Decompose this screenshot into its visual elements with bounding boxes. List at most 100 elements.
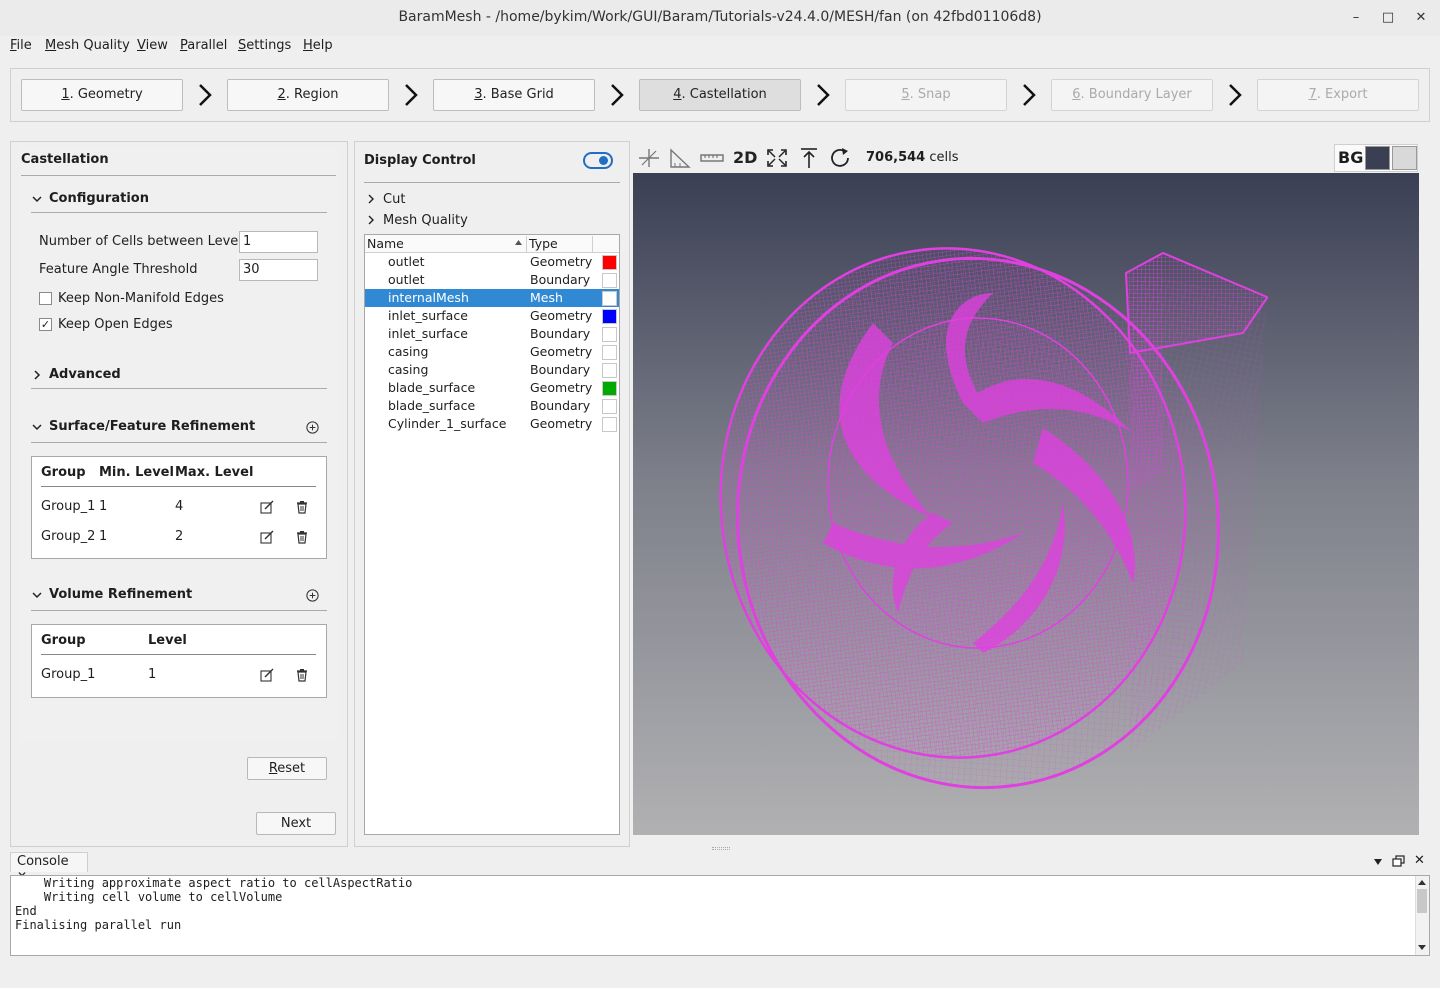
chevron-down-icon[interactable] bbox=[31, 589, 43, 601]
rotate-icon[interactable] bbox=[829, 147, 853, 169]
display-object-row[interactable]: outlet Boundary bbox=[365, 271, 619, 289]
menu-help[interactable]: Help bbox=[303, 38, 333, 53]
chevron-right-icon[interactable] bbox=[365, 193, 377, 205]
volume-refinement-section-title[interactable]: Volume Refinement bbox=[49, 587, 192, 602]
color-swatch[interactable] bbox=[602, 291, 617, 306]
close-icon[interactable]: ✕ bbox=[1411, 8, 1431, 28]
background-light-swatch[interactable] bbox=[1392, 146, 1417, 170]
add-circle-icon[interactable] bbox=[305, 420, 320, 435]
color-swatch[interactable] bbox=[602, 255, 617, 270]
float-window-icon[interactable] bbox=[1392, 855, 1406, 867]
color-swatch[interactable] bbox=[602, 273, 617, 288]
console-output: Writing approximate aspect ratio to cell… bbox=[10, 875, 1430, 956]
step-base-grid-button[interactable]: 3. Base Grid bbox=[433, 79, 595, 111]
menu-mesh-quality[interactable]: Mesh Quality bbox=[45, 38, 130, 53]
divider bbox=[31, 442, 327, 443]
step-geometry-button[interactable]: 1. Geometry bbox=[21, 79, 183, 111]
color-swatch[interactable] bbox=[602, 363, 617, 378]
menu-settings[interactable]: Settings bbox=[238, 38, 291, 53]
chevron-right-icon[interactable] bbox=[365, 214, 377, 226]
menu-view[interactable]: View bbox=[137, 38, 168, 53]
chevron-down-icon[interactable] bbox=[31, 421, 43, 433]
align-up-icon[interactable] bbox=[797, 147, 821, 169]
perspective-icon[interactable] bbox=[668, 147, 692, 169]
fit-view-icon[interactable] bbox=[765, 147, 789, 169]
chevron-down-icon[interactable] bbox=[31, 193, 43, 205]
object-type: Geometry bbox=[530, 308, 593, 323]
configuration-section-title[interactable]: Configuration bbox=[49, 191, 149, 206]
surface-refinement-section-title[interactable]: Surface/Feature Refinement bbox=[49, 419, 255, 434]
chevron-right-icon bbox=[611, 84, 624, 106]
trash-icon[interactable] bbox=[294, 667, 310, 683]
surface-row-max-level: 4 bbox=[175, 499, 184, 514]
next-button[interactable]: Next bbox=[256, 812, 336, 835]
display-object-row[interactable]: internalMesh Mesh bbox=[365, 289, 619, 307]
divider bbox=[592, 236, 593, 252]
edit-icon[interactable] bbox=[259, 499, 275, 515]
edit-icon[interactable] bbox=[259, 667, 275, 683]
splitter-handle[interactable] bbox=[712, 847, 730, 850]
ruler-icon[interactable] bbox=[700, 147, 724, 169]
trash-icon[interactable] bbox=[294, 499, 310, 515]
color-swatch[interactable] bbox=[602, 345, 617, 360]
minimize-icon[interactable]: – bbox=[1346, 8, 1366, 28]
maximize-icon[interactable]: □ bbox=[1378, 8, 1398, 28]
object-type: Geometry bbox=[530, 344, 593, 359]
cells-between-levels-input[interactable]: 1 bbox=[239, 231, 318, 253]
divider bbox=[364, 182, 620, 183]
edit-icon[interactable] bbox=[259, 529, 275, 545]
object-name: casing bbox=[388, 344, 429, 359]
color-swatch[interactable] bbox=[602, 327, 617, 342]
window-title: BaramMesh - /home/bykim/Work/GUI/Baram/T… bbox=[398, 9, 1042, 25]
add-circle-icon[interactable] bbox=[305, 588, 320, 603]
color-swatch[interactable] bbox=[602, 381, 617, 396]
object-name: inlet_surface bbox=[388, 308, 468, 323]
chevron-right-icon[interactable] bbox=[31, 369, 43, 381]
cell-count-value: 706,544 bbox=[866, 150, 926, 165]
toggle-switch-icon[interactable] bbox=[583, 152, 613, 169]
close-console-icon[interactable]: ✕ bbox=[1414, 853, 1425, 868]
scroll-down-icon[interactable] bbox=[1417, 944, 1427, 952]
feature-angle-input[interactable]: 30 bbox=[239, 259, 318, 281]
object-type: Boundary bbox=[530, 398, 591, 413]
mesh-quality-section-label[interactable]: Mesh Quality bbox=[383, 213, 468, 228]
cut-section-label[interactable]: Cut bbox=[383, 192, 405, 207]
display-object-row[interactable]: casing Boundary bbox=[365, 361, 619, 379]
column-header-type[interactable]: Type bbox=[529, 236, 558, 251]
reset-button[interactable]: Reset bbox=[247, 757, 327, 780]
scrollbar-thumb[interactable] bbox=[1417, 889, 1427, 913]
keep-open-edges-checkbox[interactable]: ✓ bbox=[39, 318, 52, 331]
trash-icon[interactable] bbox=[294, 529, 310, 545]
background-dark-swatch[interactable] bbox=[1365, 146, 1390, 170]
scroll-up-icon[interactable] bbox=[1417, 878, 1427, 886]
view-2d-button[interactable]: 2D bbox=[733, 148, 757, 167]
step-region-button[interactable]: 2. Region bbox=[227, 79, 389, 111]
background-label: BG bbox=[1338, 148, 1364, 167]
3d-viewport[interactable] bbox=[633, 173, 1419, 835]
display-object-row[interactable]: outlet Geometry bbox=[365, 253, 619, 271]
axes-icon[interactable] bbox=[637, 147, 661, 169]
console-tab[interactable]: Console ✕ bbox=[10, 852, 88, 883]
display-object-row[interactable]: blade_surface Geometry bbox=[365, 379, 619, 397]
step-export-button[interactable]: 7. Export bbox=[1257, 79, 1419, 111]
display-object-row[interactable]: blade_surface Boundary bbox=[365, 397, 619, 415]
chevron-right-icon bbox=[199, 84, 212, 106]
display-object-row[interactable]: casing Geometry bbox=[365, 343, 619, 361]
color-swatch[interactable] bbox=[602, 417, 617, 432]
dropdown-arrow-icon[interactable] bbox=[1372, 857, 1384, 867]
step-snap-button[interactable]: 5. Snap bbox=[845, 79, 1007, 111]
color-swatch[interactable] bbox=[602, 309, 617, 324]
step-boundary-layer-button[interactable]: 6. Boundary Layer bbox=[1051, 79, 1213, 111]
display-object-row[interactable]: Cylinder_1_surface Geometry bbox=[365, 415, 619, 433]
divider bbox=[31, 212, 327, 213]
menu-parallel[interactable]: Parallel bbox=[180, 38, 227, 53]
advanced-section-title[interactable]: Advanced bbox=[49, 367, 121, 382]
menu-file[interactable]: File bbox=[10, 38, 32, 53]
column-header-name[interactable]: Name bbox=[367, 236, 404, 251]
castellation-title: Castellation bbox=[21, 152, 109, 167]
color-swatch[interactable] bbox=[602, 399, 617, 414]
step-castellation-button[interactable]: 4. Castellation bbox=[639, 79, 801, 111]
display-object-row[interactable]: inlet_surface Geometry bbox=[365, 307, 619, 325]
keep-non-manifold-checkbox[interactable] bbox=[39, 292, 52, 305]
display-object-row[interactable]: inlet_surface Boundary bbox=[365, 325, 619, 343]
